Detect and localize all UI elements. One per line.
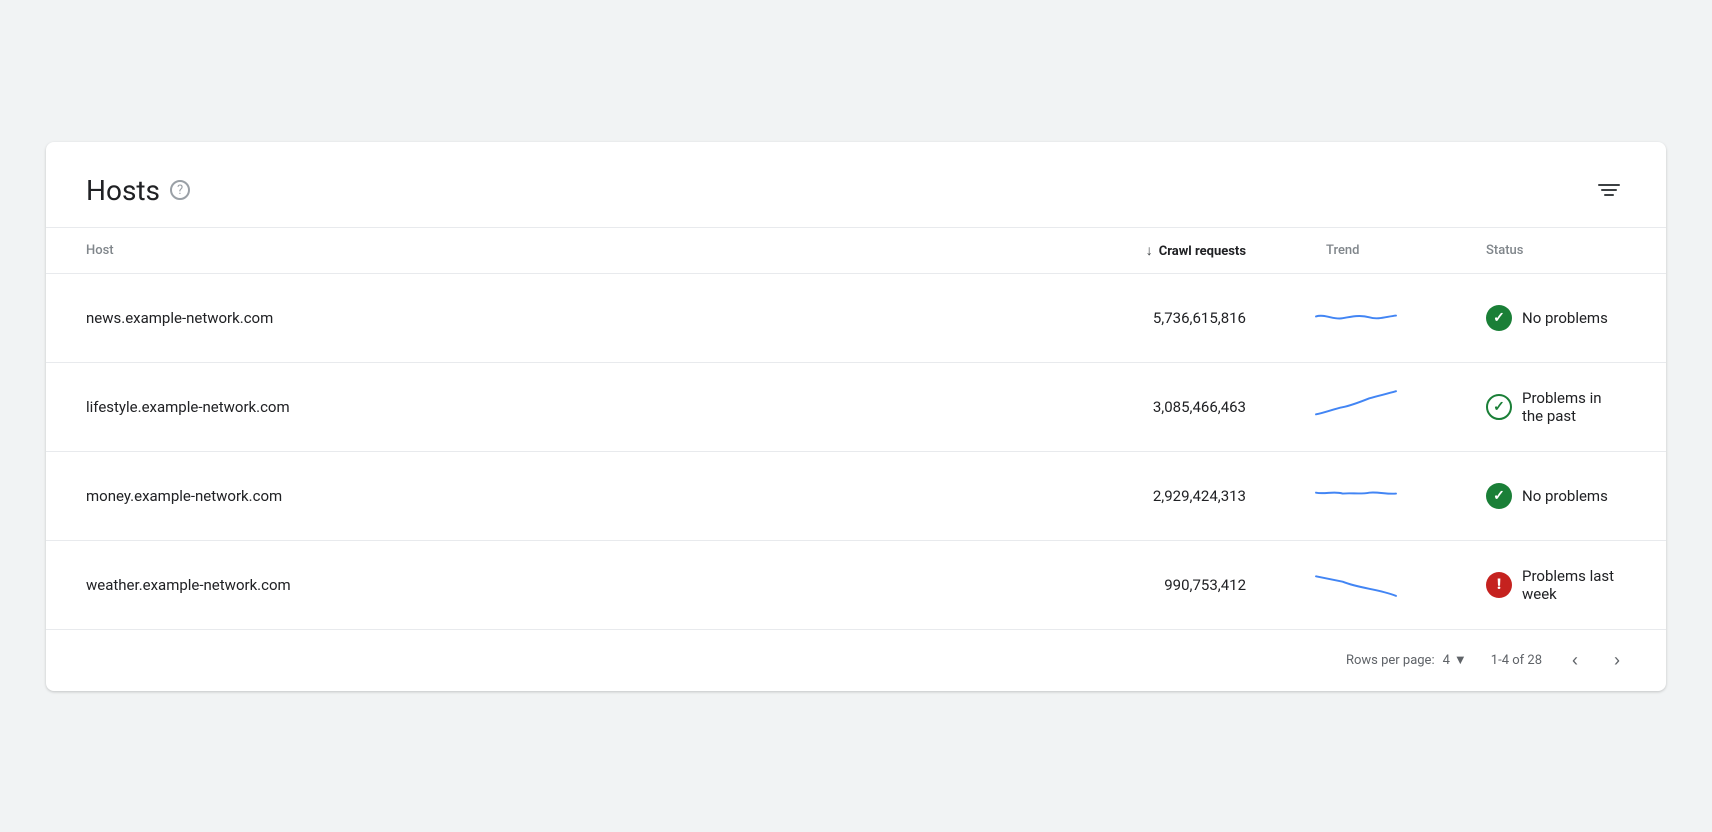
trend-chart xyxy=(1306,385,1406,425)
cell-status: ! Problems last week xyxy=(1446,540,1666,629)
rows-per-page-value: 4 xyxy=(1443,653,1450,668)
cell-host: news.example-network.com xyxy=(46,273,805,362)
help-icon[interactable]: ? xyxy=(170,180,190,200)
trend-chart xyxy=(1306,296,1406,336)
sort-arrow-icon[interactable]: ↓ xyxy=(1146,243,1153,259)
rows-per-page-label: Rows per page: xyxy=(1346,653,1435,668)
card-header: Hosts ? xyxy=(46,142,1666,227)
status-text: Problems last week xyxy=(1522,567,1626,603)
rows-per-page-select[interactable]: 4 ▼ xyxy=(1443,652,1467,668)
status-icon-green: ✓ xyxy=(1486,305,1512,331)
col-header-host: Host xyxy=(46,227,805,273)
cell-status: ✓ No problems xyxy=(1446,273,1666,362)
status-icon-green: ✓ xyxy=(1486,483,1512,509)
trend-chart xyxy=(1306,474,1406,514)
pagination-cell: Rows per page: 4 ▼ 1-4 of 28 ‹ › xyxy=(46,629,1666,691)
cell-status: ✓ No problems xyxy=(1446,451,1666,540)
cell-trend xyxy=(1286,540,1446,629)
col-header-crawl: ↓Crawl requests xyxy=(805,227,1286,273)
trend-chart xyxy=(1306,563,1406,603)
col-header-trend: Trend xyxy=(1286,227,1446,273)
next-page-button[interactable]: › xyxy=(1608,646,1626,675)
status-cell: ✓ No problems xyxy=(1486,305,1626,331)
page-range: 1-4 of 28 xyxy=(1491,653,1542,668)
cell-crawl-requests: 990,753,412 xyxy=(805,540,1286,629)
hosts-card: Hosts ? Host ↓Crawl requests Trend Statu… xyxy=(46,142,1666,691)
status-cell: ! Problems last week xyxy=(1486,567,1626,603)
status-text: No problems xyxy=(1522,309,1608,327)
filter-button[interactable] xyxy=(1592,178,1626,202)
cell-status: ✓ Problems in the past xyxy=(1446,362,1666,451)
status-text: Problems in the past xyxy=(1522,389,1626,425)
col-header-status: Status xyxy=(1446,227,1666,273)
status-icon-green-outline: ✓ xyxy=(1486,394,1512,420)
cell-trend xyxy=(1286,273,1446,362)
table-row[interactable]: lifestyle.example-network.com3,085,466,4… xyxy=(46,362,1666,451)
cell-host: lifestyle.example-network.com xyxy=(46,362,805,451)
status-cell: ✓ No problems xyxy=(1486,483,1626,509)
table-row[interactable]: money.example-network.com2,929,424,313 ✓ N… xyxy=(46,451,1666,540)
status-text: No problems xyxy=(1522,487,1608,505)
status-icon-red: ! xyxy=(1486,572,1512,598)
rows-dropdown-arrow[interactable]: ▼ xyxy=(1454,652,1467,668)
cell-host: money.example-network.com xyxy=(46,451,805,540)
cell-trend xyxy=(1286,362,1446,451)
pagination: Rows per page: 4 ▼ 1-4 of 28 ‹ › xyxy=(86,646,1626,675)
cell-crawl-requests: 3,085,466,463 xyxy=(805,362,1286,451)
header-left: Hosts ? xyxy=(86,174,190,207)
prev-page-button[interactable]: ‹ xyxy=(1566,646,1584,675)
cell-trend xyxy=(1286,451,1446,540)
table-header-row: Host ↓Crawl requests Trend Status xyxy=(46,227,1666,273)
rows-per-page: Rows per page: 4 ▼ xyxy=(1346,652,1467,668)
cell-crawl-requests: 5,736,615,816 xyxy=(805,273,1286,362)
table-row[interactable]: weather.example-network.com990,753,412! P… xyxy=(46,540,1666,629)
cell-host: weather.example-network.com xyxy=(46,540,805,629)
page-title: Hosts xyxy=(86,174,160,207)
pagination-row: Rows per page: 4 ▼ 1-4 of 28 ‹ › xyxy=(46,629,1666,691)
table-row[interactable]: news.example-network.com5,736,615,816 ✓ No… xyxy=(46,273,1666,362)
cell-crawl-requests: 2,929,424,313 xyxy=(805,451,1286,540)
hosts-table: Host ↓Crawl requests Trend Status news.e… xyxy=(46,227,1666,691)
status-cell: ✓ Problems in the past xyxy=(1486,389,1626,425)
